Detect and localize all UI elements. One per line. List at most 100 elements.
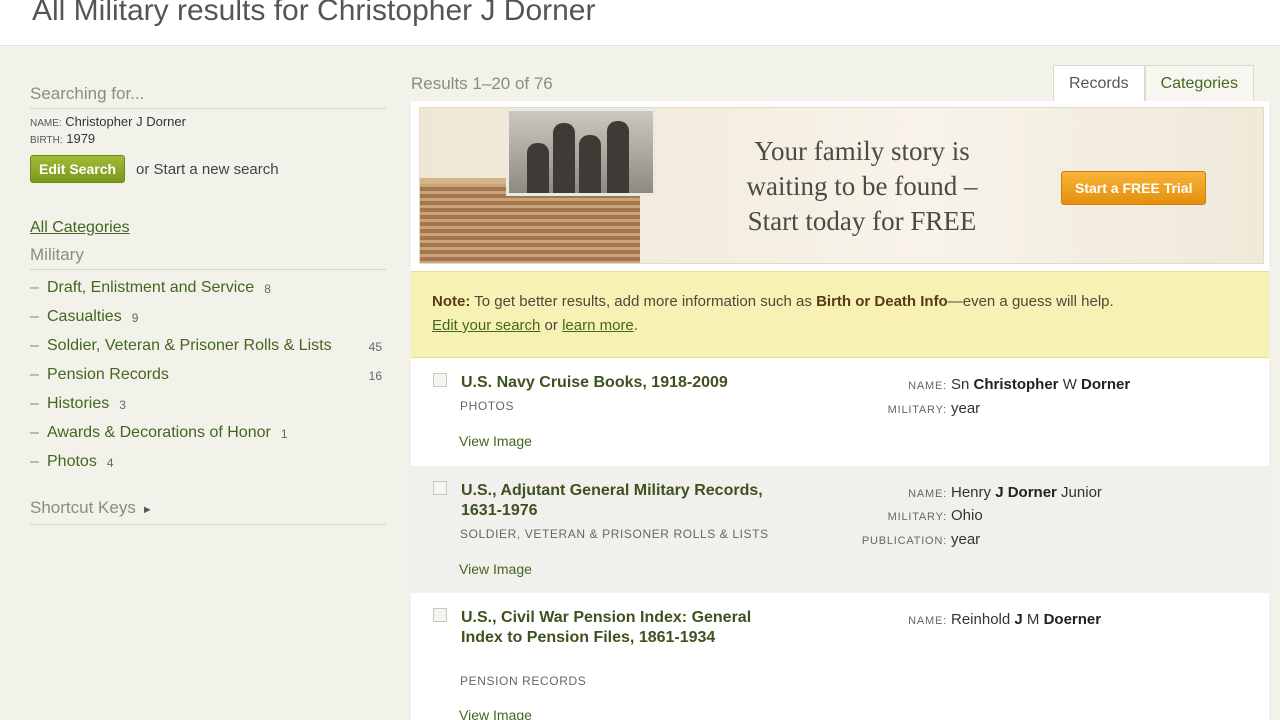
- family-photo-image: [506, 108, 656, 196]
- field-value: Sn Christopher W Dorner: [951, 376, 1131, 393]
- edit-search-button[interactable]: Edit Search: [30, 155, 126, 183]
- category-count: 1: [280, 427, 288, 441]
- record-row: U.S., Adjutant General Military Records,…: [411, 466, 1269, 593]
- new-search-link[interactable]: or Start a new search: [136, 161, 279, 178]
- record-title[interactable]: U.S. Navy Cruise Books, 1918-2009: [461, 373, 781, 393]
- triangle-right-icon: ►: [141, 504, 153, 516]
- document-icon: [433, 373, 447, 387]
- tab-categories[interactable]: Categories: [1144, 65, 1254, 101]
- results-count: Results 1–20 of 76: [411, 74, 553, 93]
- record-category: PHOTOS: [460, 399, 515, 413]
- category-name: Soldier, Veteran & Prisoner Rolls & List…: [47, 337, 332, 354]
- category-name: Casualties: [47, 308, 122, 325]
- learn-more-link[interactable]: learn more: [562, 317, 634, 334]
- record-field-name: NAME: Sn Christopher W Dorner: [821, 373, 1130, 398]
- promo-banner[interactable]: Your family story is waiting to be found…: [419, 107, 1264, 264]
- category-count: 4: [106, 456, 114, 470]
- category-item[interactable]: – Soldier, Veteran & Prisoner Rolls & Li…: [30, 336, 386, 355]
- note-text: —even a guess will help.: [947, 293, 1114, 310]
- field-label: NAME:: [908, 380, 947, 392]
- category-item[interactable]: – Casualties 9: [30, 307, 386, 326]
- dash-icon: –: [30, 395, 39, 412]
- field-label: MILITARY:: [887, 404, 947, 416]
- dash-icon: –: [30, 279, 39, 296]
- category-name: Photos: [47, 453, 97, 470]
- category-item[interactable]: – Pension Records 16: [30, 365, 386, 384]
- record-category: PENSION RECORDS: [460, 674, 587, 688]
- record-title[interactable]: U.S., Adjutant General Military Records,…: [461, 481, 781, 521]
- category-list: – Draft, Enlistment and Service 8 – Casu…: [30, 278, 386, 471]
- page-header: All Military results for Christopher J D…: [0, 0, 1280, 46]
- category-name: Awards & Decorations of Honor: [47, 424, 271, 441]
- category-count: 45: [368, 340, 382, 354]
- record-field-name: NAME: Henry J Dorner Junior: [821, 481, 1102, 506]
- category-item[interactable]: – Photos 4: [30, 452, 386, 471]
- criteria-birth: BIRTH: 1979: [30, 131, 386, 148]
- field-label: PUBLICATION:: [861, 535, 947, 547]
- person-figure: [527, 143, 549, 193]
- free-trial-button[interactable]: Start a FREE Trial: [1061, 171, 1207, 205]
- note-text: or: [540, 317, 563, 334]
- dash-icon: –: [30, 424, 39, 441]
- dash-icon: –: [30, 337, 39, 354]
- category-count: 9: [131, 311, 139, 325]
- field-value: year: [951, 531, 981, 548]
- person-figure: [579, 135, 601, 193]
- military-section-title: Military: [30, 245, 386, 270]
- dash-icon: –: [30, 308, 39, 325]
- banner-line-1: Your family story is: [754, 136, 970, 166]
- tab-records[interactable]: Records: [1053, 65, 1145, 101]
- note-text: .: [633, 317, 638, 334]
- all-categories-link[interactable]: All Categories: [30, 219, 130, 237]
- record-field-name: NAME: Reinhold J M Doerner: [821, 608, 1101, 633]
- criteria-birth-value: 1979: [66, 131, 96, 146]
- dash-icon: –: [30, 453, 39, 470]
- criteria-name-label: NAME:: [30, 118, 62, 129]
- banner-line-3: Start today for FREE: [747, 206, 977, 236]
- searching-for-heading: Searching for...: [30, 84, 386, 109]
- record-field-military: MILITARY: Ohio: [821, 504, 983, 529]
- sidebar: Searching for... NAME: Christopher J Dor…: [30, 84, 386, 525]
- search-tip-note: Note: To get better results, add more in…: [411, 271, 1269, 358]
- record-title[interactable]: U.S., Civil War Pension Index: General I…: [461, 608, 781, 648]
- field-value: Reinhold J M Doerner: [951, 611, 1102, 628]
- search-criteria: NAME: Christopher J Dorner BIRTH: 1979: [30, 114, 386, 148]
- document-icon: [433, 608, 447, 622]
- criteria-name: NAME: Christopher J Dorner: [30, 114, 386, 131]
- category-name: Draft, Enlistment and Service: [47, 279, 255, 296]
- dash-icon: –: [30, 366, 39, 383]
- field-label: MILITARY:: [887, 511, 947, 523]
- record-row: U.S. Navy Cruise Books, 1918-2009 PHOTOS…: [411, 359, 1269, 466]
- category-item[interactable]: – Awards & Decorations of Honor 1: [30, 423, 386, 442]
- view-image-link[interactable]: View Image: [459, 707, 532, 720]
- person-figure: [553, 123, 575, 193]
- edit-search-link[interactable]: Edit your search: [432, 317, 540, 334]
- shortcut-keys-label: Shortcut Keys: [30, 498, 136, 517]
- criteria-name-value: Christopher J Dorner: [65, 114, 186, 129]
- search-actions: Edit Search or Start a new search: [30, 155, 386, 183]
- view-image-link[interactable]: View Image: [459, 433, 532, 449]
- record-row: U.S., Civil War Pension Index: General I…: [411, 593, 1269, 720]
- criteria-birth-label: BIRTH:: [30, 135, 63, 146]
- record-category: SOLDIER, VETERAN & PRISONER ROLLS & LIST…: [460, 527, 769, 541]
- field-label: NAME:: [908, 488, 947, 500]
- banner-line-2: waiting to be found –: [746, 171, 978, 201]
- category-count: 3: [119, 398, 126, 412]
- page-title: All Military results for Christopher J D…: [32, 0, 596, 27]
- field-value: Ohio: [951, 507, 983, 524]
- category-item[interactable]: – Draft, Enlistment and Service 8: [30, 278, 386, 297]
- field-label: NAME:: [908, 615, 947, 627]
- record-field-military: MILITARY: year: [821, 397, 981, 422]
- note-text: To get better results, add more informat…: [470, 293, 817, 310]
- note-emphasis: Birth or Death Info: [816, 293, 948, 310]
- category-name: Histories: [47, 395, 110, 412]
- field-value: Henry J Dorner Junior: [951, 484, 1102, 501]
- document-icon: [433, 481, 447, 495]
- category-item[interactable]: – Histories 3: [30, 394, 386, 413]
- field-value: year: [951, 400, 981, 417]
- results-panel: Your family story is waiting to be found…: [411, 101, 1269, 720]
- record-field-publication: PUBLICATION: year: [821, 528, 980, 553]
- category-count: 8: [264, 282, 271, 296]
- shortcut-keys-toggle[interactable]: Shortcut Keys ►: [30, 498, 386, 525]
- view-image-link[interactable]: View Image: [459, 561, 532, 577]
